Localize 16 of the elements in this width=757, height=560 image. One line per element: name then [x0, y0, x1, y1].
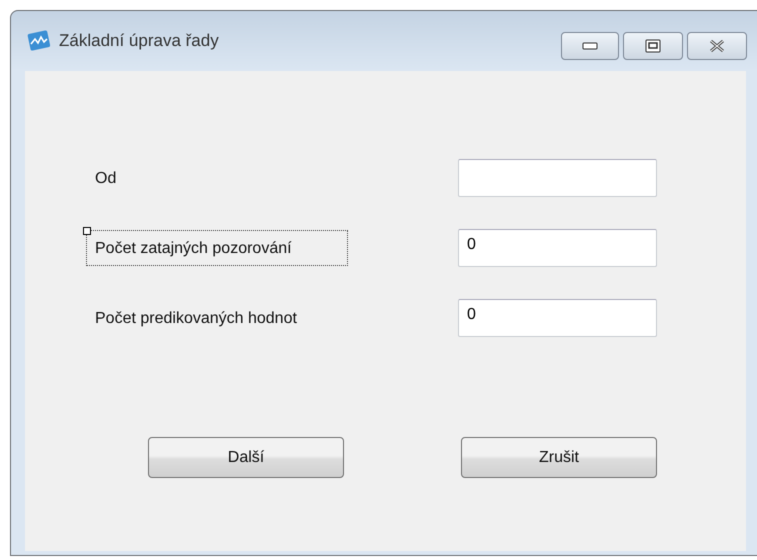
input-field[interactable]: 0 [458, 299, 657, 337]
close-icon [708, 39, 726, 53]
field-label: Počet predikovaných hodnot [94, 309, 298, 329]
input-field[interactable] [458, 159, 657, 197]
field-label: Počet zatajných pozorování [86, 230, 348, 266]
dialog-button[interactable]: Zrušit [461, 437, 657, 478]
input-field[interactable]: 0 [458, 229, 657, 267]
minimize-button[interactable] [561, 32, 619, 60]
close-button[interactable] [687, 32, 747, 60]
dialog-button[interactable]: Další [148, 437, 344, 478]
maximize-icon [645, 39, 661, 53]
chart-icon [27, 30, 51, 52]
minimize-icon [582, 42, 598, 50]
maximize-button[interactable] [623, 32, 683, 60]
field-label: Od [94, 169, 118, 189]
window-title: Základní úprava řady [59, 30, 219, 52]
